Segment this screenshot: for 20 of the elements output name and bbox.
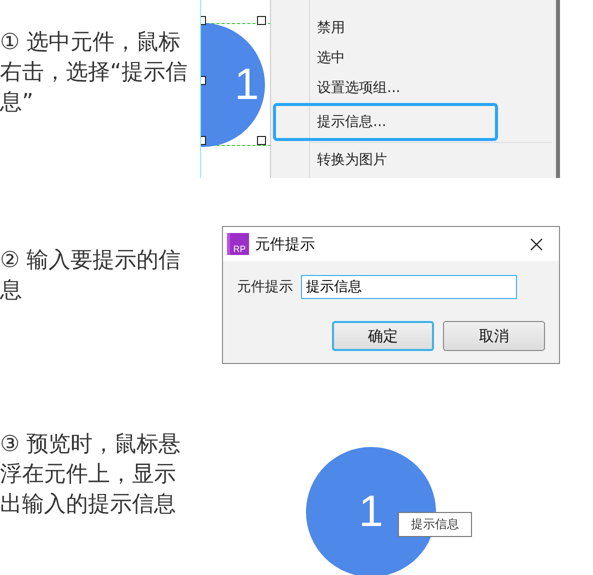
cancel-button[interactable]: 取消	[443, 321, 545, 351]
menu-item[interactable]: 选中	[273, 43, 498, 73]
menu-item[interactable]: 禁用	[273, 13, 498, 43]
menu-item[interactable]: 设置选项组...	[273, 73, 498, 103]
dialog-title: 元件提示	[255, 234, 316, 254]
ok-button[interactable]: 确定	[332, 321, 434, 351]
step-instruction: ② 输入要提示的信息	[0, 247, 182, 305]
selection-handle[interactable]	[257, 136, 266, 145]
close-icon[interactable]	[530, 238, 543, 250]
app-icon: RP	[227, 233, 249, 255]
menu-item[interactable]: 转换为图片	[273, 145, 498, 175]
selection-handle[interactable]	[257, 16, 266, 25]
input-field[interactable]: 提示信息	[301, 275, 517, 299]
widget-number: 1	[234, 60, 259, 110]
menu-item[interactable]: 提示信息...	[273, 103, 498, 141]
step-instruction: ① 选中元件，鼠标右击，选择“提示信息”	[0, 29, 188, 117]
step-instruction: ③ 预览时，鼠标悬浮在元件上，显示出输入的提示信息	[0, 431, 182, 519]
tooltip: 提示信息	[398, 512, 472, 537]
field-label: 元件提示	[237, 278, 293, 296]
widget-number: 1	[358, 487, 384, 537]
